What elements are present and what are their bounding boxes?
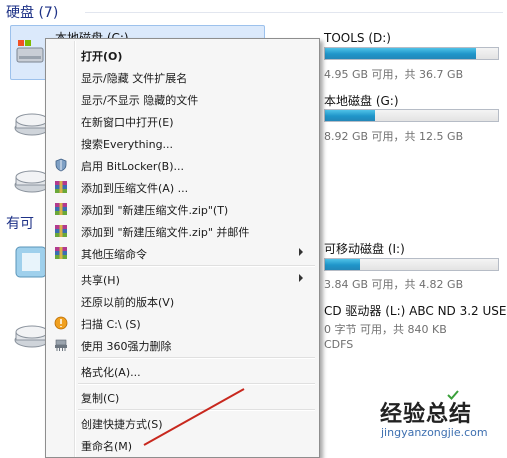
menu-item-label: 添加到压缩文件(A) ...: [81, 182, 189, 195]
windows-drive-icon: [16, 40, 44, 63]
drive-g-usage-fill: [325, 110, 376, 121]
menu-item-label: 在新窗口中打开(E): [81, 116, 174, 129]
section-header-removable[interactable]: 有可: [6, 213, 34, 233]
menu-item-360-force-delete[interactable]: 使用 360强力删除: [48, 335, 317, 355]
shield-icon: [55, 158, 67, 172]
menu-item-label: 还原以前的版本(V): [81, 296, 175, 309]
menu-separator: [78, 357, 315, 359]
drive-g-usage-bar: [324, 109, 499, 122]
annotation-arrow: [143, 388, 245, 446]
menu-item-scan[interactable]: 扫描 C:\ (S): [48, 313, 317, 333]
archive-icon: [55, 203, 67, 215]
drive-l-name[interactable]: CD 驱动器 (L:) ABC ND 3.2 USE: [324, 302, 507, 319]
scan-icon: [54, 316, 68, 330]
menu-item-label: 启用 BitLocker(B)...: [81, 160, 185, 173]
menu-item-add-to-archive[interactable]: 添加到压缩文件(A) ...: [48, 177, 317, 197]
drive-i-usage-bar: [324, 258, 499, 271]
archive-icon: [55, 181, 67, 193]
watermark-url: jingyanzongjie.com: [381, 426, 488, 439]
drive-l-filesystem: CDFS: [324, 338, 354, 351]
drive-d-name[interactable]: TOOLS (D:): [324, 31, 391, 45]
drive-l-info: 0 字节 可用，共 840 KB: [324, 323, 447, 336]
drive-g-info: 8.92 GB 可用，共 12.5 GB: [324, 130, 464, 143]
menu-item-add-to-zip-and-email[interactable]: 添加到 "新建压缩文件.zip" 并邮件: [48, 221, 317, 241]
submenu-arrow-icon: [299, 248, 303, 256]
section-divider: [85, 12, 503, 13]
menu-item-share[interactable]: 共享(H): [48, 269, 317, 289]
menu-item-bitlocker[interactable]: 启用 BitLocker(B)...: [48, 155, 317, 175]
drive-i-usage-fill: [325, 259, 360, 270]
drive-i-info: 3.84 GB 可用，共 4.82 GB: [324, 278, 464, 291]
menu-item-format[interactable]: 格式化(A)...: [48, 361, 317, 381]
menu-item-label: 其他压缩命令: [81, 248, 147, 261]
menu-item-label: 添加到 "新建压缩文件.zip"(T): [81, 204, 229, 217]
menu-item-label: 使用 360强力删除: [81, 340, 172, 353]
archive-icon: [55, 225, 67, 237]
watermark-title: 经验总结: [380, 402, 473, 427]
menu-item-label: 打开(O): [81, 50, 123, 63]
menu-item-label: 添加到 "新建压缩文件.zip" 并邮件: [81, 226, 250, 239]
menu-item-label: 重命名(M): [81, 440, 133, 453]
menu-item-label: 搜索Everything...: [81, 138, 174, 151]
checkmark-icon: [447, 390, 459, 400]
menu-item-other-compress-commands[interactable]: 其他压缩命令: [48, 243, 317, 263]
drive-g-name[interactable]: 本地磁盘 (G:): [324, 92, 399, 109]
section-header-hard-disks[interactable]: 硬盘 (7): [6, 2, 58, 22]
menu-item-label: 复制(C): [81, 392, 120, 405]
archive-icon: [55, 247, 67, 259]
menu-item-label: 显示/不显示 隐藏的文件: [81, 94, 199, 107]
menu-item-label: 扫描 C:\ (S): [81, 318, 141, 331]
submenu-arrow-icon: [299, 274, 303, 282]
menu-item-label: 共享(H): [81, 274, 120, 287]
drive-i-name[interactable]: 可移动磁盘 (I:): [324, 240, 405, 257]
menu-item-add-to-zip[interactable]: 添加到 "新建压缩文件.zip"(T): [48, 199, 317, 219]
menu-item-search-everything[interactable]: 搜索Everything...: [48, 133, 317, 153]
menu-item-label: 格式化(A)...: [81, 366, 141, 379]
drive-d-usage-bar: [324, 47, 499, 60]
menu-item-label: 显示/隐藏 文件扩展名: [81, 72, 188, 85]
shredder-icon: [55, 339, 67, 351]
menu-item-restore-previous-versions[interactable]: 还原以前的版本(V): [48, 291, 317, 311]
menu-item-toggle-hidden-files[interactable]: 显示/不显示 隐藏的文件: [48, 89, 317, 109]
drive-d-usage-fill: [325, 48, 476, 59]
menu-item-open-new-window[interactable]: 在新窗口中打开(E): [48, 111, 317, 131]
drive-d-info: 4.95 GB 可用，共 36.7 GB: [324, 68, 464, 81]
menu-separator: [78, 265, 315, 267]
menu-item-toggle-extensions[interactable]: 显示/隐藏 文件扩展名: [48, 67, 317, 87]
menu-item-open[interactable]: 打开(O): [48, 45, 317, 65]
